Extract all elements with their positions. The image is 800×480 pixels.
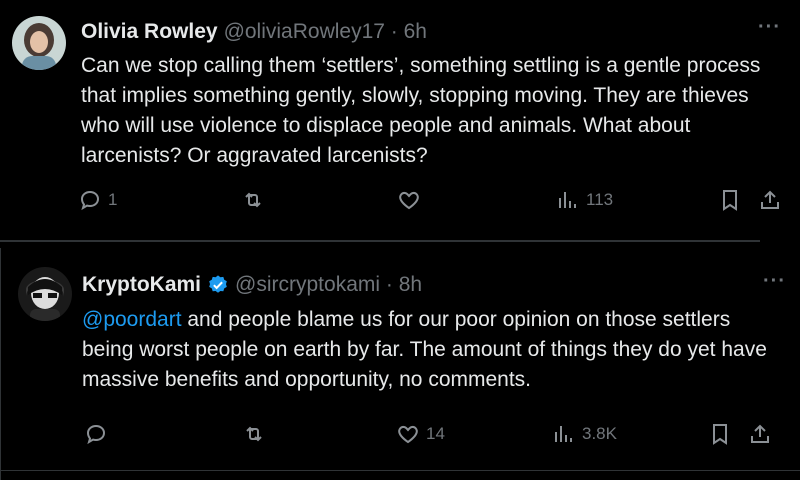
tweet-header: KryptoKami @sircryptokami · 8h bbox=[82, 273, 422, 297]
retweet-icon bbox=[246, 426, 262, 442]
share-button[interactable] bbox=[748, 422, 772, 446]
share-button[interactable] bbox=[758, 188, 782, 212]
verified-badge-icon[interactable] bbox=[207, 274, 229, 296]
reply-count: 1 bbox=[108, 190, 118, 209]
heart-icon bbox=[399, 191, 419, 210]
retweet-button[interactable] bbox=[242, 422, 266, 446]
tweet-text: @poordart and people blame us for our po… bbox=[82, 305, 782, 395]
bookmark-button[interactable] bbox=[708, 422, 732, 446]
bookmark-icon bbox=[713, 424, 727, 445]
reply-icon bbox=[80, 190, 100, 211]
action-bar: 14 3.8K bbox=[1, 422, 800, 452]
avatar[interactable] bbox=[18, 267, 72, 321]
tweet-1[interactable]: Olivia Rowley @oliviaRowley17 · 6h ··· C… bbox=[0, 0, 800, 240]
views-icon bbox=[559, 192, 576, 208]
retweet-button[interactable] bbox=[241, 188, 265, 212]
tweet-2[interactable]: KryptoKami @sircryptokami · 8h ··· @poor… bbox=[0, 248, 800, 480]
views-button[interactable]: 3.8K bbox=[552, 422, 617, 446]
heart-icon bbox=[398, 425, 418, 444]
reply-button[interactable] bbox=[84, 422, 108, 446]
views-count: 113 bbox=[586, 190, 614, 209]
more-options-icon[interactable]: ··· bbox=[758, 16, 781, 39]
views-count: 3.8K bbox=[582, 424, 617, 443]
views-button[interactable]: 113 bbox=[556, 188, 613, 212]
like-count: 14 bbox=[426, 424, 445, 443]
like-button[interactable]: 14 bbox=[396, 422, 445, 446]
share-icon bbox=[761, 190, 779, 209]
tweet-text-content: and people blame us for our poor opinion… bbox=[82, 308, 767, 391]
bookmark-button[interactable] bbox=[718, 188, 742, 212]
author-name[interactable]: KryptoKami bbox=[82, 273, 201, 297]
divider bbox=[0, 470, 800, 471]
more-options-icon[interactable]: ··· bbox=[763, 270, 786, 293]
bookmark-icon bbox=[723, 190, 737, 211]
author-handle[interactable]: @oliviaRowley17 · 6h bbox=[224, 20, 427, 44]
share-icon bbox=[751, 424, 769, 443]
action-bar: 1 113 bbox=[0, 188, 800, 218]
views-icon bbox=[555, 426, 572, 442]
reply-icon bbox=[86, 424, 106, 445]
like-button[interactable] bbox=[397, 188, 421, 212]
author-handle[interactable]: @sircryptokami · 8h bbox=[235, 273, 422, 297]
retweet-icon bbox=[245, 192, 261, 208]
author-name[interactable]: Olivia Rowley bbox=[81, 20, 218, 44]
avatar-image bbox=[18, 267, 72, 321]
divider bbox=[0, 240, 760, 242]
mention-link[interactable]: @poordart bbox=[82, 308, 182, 331]
avatar-image bbox=[12, 16, 66, 70]
reply-button[interactable]: 1 bbox=[78, 188, 117, 212]
avatar[interactable] bbox=[12, 16, 66, 70]
tweet-header: Olivia Rowley @oliviaRowley17 · 6h bbox=[81, 20, 427, 44]
tweet-text: Can we stop calling them ‘settlers’, som… bbox=[81, 54, 761, 167]
